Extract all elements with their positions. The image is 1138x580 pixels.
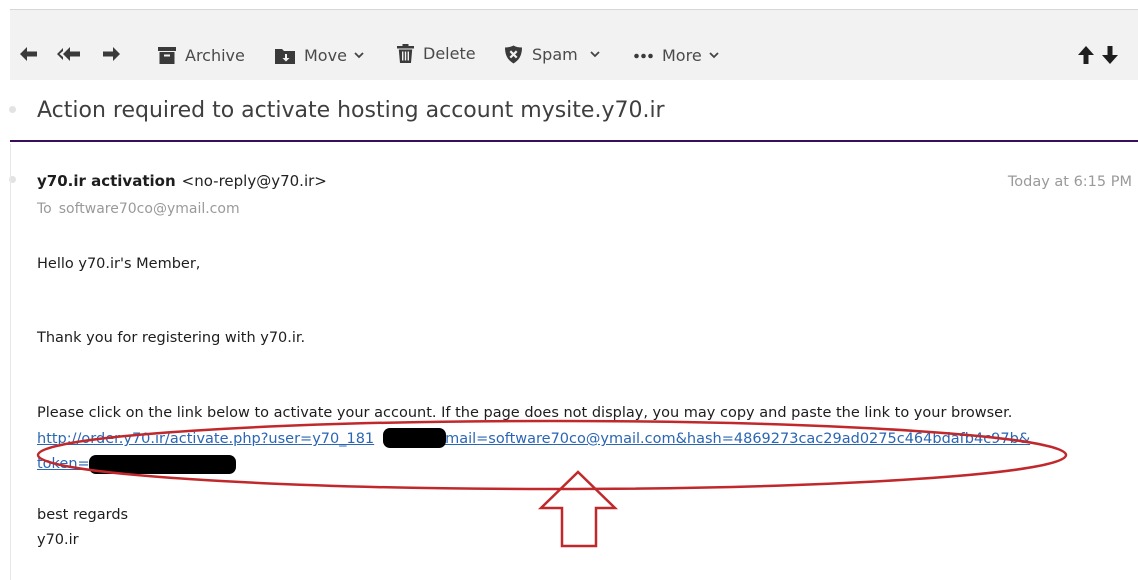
chevron-down-icon	[709, 52, 719, 59]
delete-label: Delete	[423, 44, 476, 63]
move-button[interactable]: Move	[275, 46, 364, 65]
reply-icon	[19, 46, 39, 62]
sender-email[interactable]: <no-reply@y70.ir>	[182, 172, 327, 190]
forward-button[interactable]	[101, 46, 121, 62]
spam-icon	[504, 45, 523, 64]
delete-icon	[397, 44, 414, 63]
subject-header: Action required to activate hosting acco…	[10, 80, 1138, 142]
more-label: More	[662, 46, 702, 65]
reply-all-icon	[56, 46, 82, 62]
chevron-down-icon	[354, 52, 364, 59]
activation-link-part2: email=software70co@ymail.com&hash=486927…	[436, 431, 1031, 447]
to-label: To	[37, 201, 52, 217]
thanks-text: Thank you for registering with y70.ir.	[37, 330, 306, 346]
pane-divider	[10, 144, 11, 580]
activation-link[interactable]: http://order.y70.ir/activate.php?user=y7…	[37, 431, 1030, 447]
arrow-up-icon	[1078, 46, 1094, 64]
activation-link-part1: http://order.y70.ir/activate.php?user=y7…	[37, 431, 375, 447]
archive-label: Archive	[185, 46, 245, 65]
redaction-bar	[383, 428, 446, 448]
archive-button[interactable]: Archive	[158, 46, 245, 65]
delete-button[interactable]: Delete	[397, 44, 476, 63]
greeting-text: Hello y70.ir's Member,	[37, 256, 201, 272]
closing-text: best regards	[37, 507, 129, 523]
redaction-bar	[89, 455, 236, 474]
message-toolbar: Archive Move Delete Spam More	[10, 9, 1138, 80]
next-message-button[interactable]	[1102, 46, 1118, 64]
move-label: Move	[304, 46, 347, 65]
recipient-email[interactable]: software70co@ymail.com	[59, 201, 240, 217]
spam-button[interactable]: Spam	[504, 45, 600, 64]
message-date: Today at 6:15 PM	[1007, 174, 1132, 190]
activation-link-part3: token=	[37, 456, 90, 472]
instructions-text: Please click on the link below to activa…	[37, 405, 1013, 421]
sender-name[interactable]: y70.ir activation	[37, 172, 176, 190]
previous-message-button[interactable]	[1078, 46, 1094, 64]
message-subject: Action required to activate hosting acco…	[37, 98, 665, 123]
forward-icon	[101, 46, 121, 62]
recipient-line: To software70co@ymail.com	[37, 201, 240, 217]
annotation-up-arrow	[537, 470, 619, 548]
window-top-edge	[0, 0, 1138, 8]
archive-icon	[158, 47, 176, 64]
spam-label: Spam	[532, 45, 578, 64]
signature-text: y70.ir	[37, 532, 79, 548]
sender-line: y70.ir activation <no-reply@y70.ir>	[37, 172, 327, 190]
activation-link-continued[interactable]: token=	[37, 456, 90, 472]
chevron-down-icon	[590, 51, 600, 58]
more-icon	[634, 53, 653, 59]
reply-button[interactable]	[19, 46, 39, 62]
selection-dot	[9, 106, 16, 113]
more-button[interactable]: More	[634, 46, 719, 65]
reply-all-button[interactable]	[56, 46, 82, 62]
move-icon	[275, 47, 295, 64]
arrow-down-icon	[1102, 46, 1118, 64]
